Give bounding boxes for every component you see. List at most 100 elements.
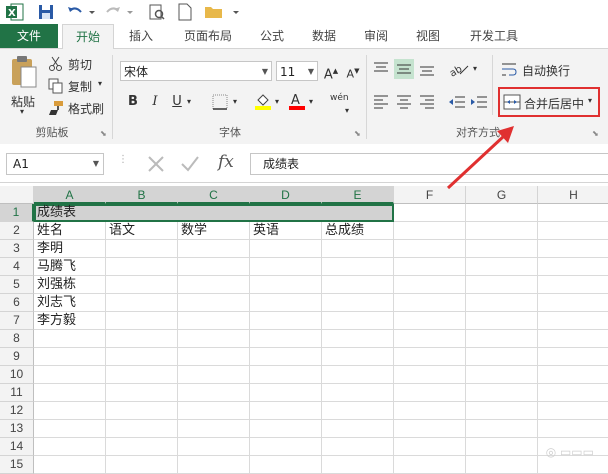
cell-c14[interactable] bbox=[178, 438, 250, 456]
cell-f10[interactable] bbox=[394, 366, 466, 384]
increase-font-icon[interactable]: A▲ bbox=[322, 61, 340, 82]
cell-e14[interactable] bbox=[322, 438, 394, 456]
cell-a11[interactable] bbox=[34, 384, 106, 402]
cell-g13[interactable] bbox=[466, 420, 538, 438]
cell-g15[interactable] bbox=[466, 456, 538, 474]
cell-a3[interactable]: 李明 bbox=[34, 240, 106, 258]
cell-g14[interactable] bbox=[466, 438, 538, 456]
cell-g10[interactable] bbox=[466, 366, 538, 384]
enter-icon[interactable] bbox=[180, 154, 200, 174]
customize-qat-icon[interactable] bbox=[232, 3, 240, 21]
merge-center-dropdown-icon[interactable]: ▾ bbox=[588, 96, 592, 105]
cell-c12[interactable] bbox=[178, 402, 250, 420]
cell-b4[interactable] bbox=[106, 258, 178, 276]
column-header[interactable]: E bbox=[322, 186, 394, 204]
cell-h7[interactable] bbox=[538, 312, 608, 330]
cell-g3[interactable] bbox=[466, 240, 538, 258]
cell-c2[interactable]: 数学 bbox=[178, 222, 250, 240]
cell-d14[interactable] bbox=[250, 438, 322, 456]
tab-developer[interactable]: 开发工具 bbox=[462, 24, 526, 48]
cell-g7[interactable] bbox=[466, 312, 538, 330]
name-box[interactable]: A1 ▼ bbox=[6, 153, 104, 175]
cell-b9[interactable] bbox=[106, 348, 178, 366]
cell-g5[interactable] bbox=[466, 276, 538, 294]
tab-view[interactable]: 视图 bbox=[408, 24, 448, 48]
cell-d15[interactable] bbox=[250, 456, 322, 474]
cell-h1[interactable] bbox=[538, 204, 608, 222]
cell-g2[interactable] bbox=[466, 222, 538, 240]
cell-e9[interactable] bbox=[322, 348, 394, 366]
alignment-launcher-icon[interactable]: ⬊ bbox=[592, 129, 599, 138]
row-header[interactable]: 4 bbox=[0, 258, 34, 276]
cell-d7[interactable] bbox=[250, 312, 322, 330]
column-header[interactable]: H bbox=[538, 186, 608, 204]
tab-review[interactable]: 审阅 bbox=[356, 24, 396, 48]
row-header[interactable]: 10 bbox=[0, 366, 34, 384]
cell-g8[interactable] bbox=[466, 330, 538, 348]
cell-e6[interactable] bbox=[322, 294, 394, 312]
cell-f4[interactable] bbox=[394, 258, 466, 276]
cell-b7[interactable] bbox=[106, 312, 178, 330]
save-icon[interactable] bbox=[38, 3, 54, 21]
cell-d9[interactable] bbox=[250, 348, 322, 366]
cell-f13[interactable] bbox=[394, 420, 466, 438]
underline-dropdown-icon[interactable]: ▾ bbox=[184, 92, 194, 112]
cell-b8[interactable] bbox=[106, 330, 178, 348]
cell-d12[interactable] bbox=[250, 402, 322, 420]
cell-c5[interactable] bbox=[178, 276, 250, 294]
row-header[interactable]: 6 bbox=[0, 294, 34, 312]
cell-e3[interactable] bbox=[322, 240, 394, 258]
cell-f2[interactable] bbox=[394, 222, 466, 240]
cell-a10[interactable] bbox=[34, 366, 106, 384]
column-header[interactable]: G bbox=[466, 186, 538, 204]
font-color-icon[interactable]: A bbox=[288, 92, 306, 110]
tab-insert[interactable]: 插入 bbox=[118, 24, 164, 48]
row-header[interactable]: 14 bbox=[0, 438, 34, 456]
border-dropdown-icon[interactable]: ▾ bbox=[230, 92, 240, 112]
cell-f12[interactable] bbox=[394, 402, 466, 420]
cell-c13[interactable] bbox=[178, 420, 250, 438]
cell-c7[interactable] bbox=[178, 312, 250, 330]
cell-f15[interactable] bbox=[394, 456, 466, 474]
cell-g12[interactable] bbox=[466, 402, 538, 420]
row-header[interactable]: 15 bbox=[0, 456, 34, 474]
cell-a2[interactable]: 姓名 bbox=[34, 222, 106, 240]
name-box-dropdown-icon[interactable]: ▼ bbox=[93, 154, 99, 174]
cell-h9[interactable] bbox=[538, 348, 608, 366]
cell-b10[interactable] bbox=[106, 366, 178, 384]
cell-b5[interactable] bbox=[106, 276, 178, 294]
cell-g11[interactable] bbox=[466, 384, 538, 402]
cell-g9[interactable] bbox=[466, 348, 538, 366]
fill-color-icon[interactable] bbox=[254, 92, 272, 110]
cell-g4[interactable] bbox=[466, 258, 538, 276]
print-preview-icon[interactable] bbox=[148, 3, 166, 21]
cell-h3[interactable] bbox=[538, 240, 608, 258]
cell-e5[interactable] bbox=[322, 276, 394, 294]
row-header[interactable]: 12 bbox=[0, 402, 34, 420]
font-name-combo[interactable]: 宋体 ▼ bbox=[120, 61, 272, 81]
cell-e2[interactable]: 总成绩 bbox=[322, 222, 394, 240]
cell-b6[interactable] bbox=[106, 294, 178, 312]
row-header[interactable]: 13 bbox=[0, 420, 34, 438]
new-document-icon[interactable] bbox=[178, 3, 192, 21]
align-right-icon[interactable] bbox=[418, 93, 436, 111]
cell-h8[interactable] bbox=[538, 330, 608, 348]
cell-e8[interactable] bbox=[322, 330, 394, 348]
tab-file[interactable]: 文件 bbox=[0, 24, 58, 48]
font-size-dropdown-icon[interactable]: ▼ bbox=[308, 62, 314, 82]
cell-a6[interactable]: 刘志飞 bbox=[34, 294, 106, 312]
cell-b15[interactable] bbox=[106, 456, 178, 474]
cell-h4[interactable] bbox=[538, 258, 608, 276]
cell-d13[interactable] bbox=[250, 420, 322, 438]
undo-icon[interactable] bbox=[66, 3, 84, 21]
cell-f3[interactable] bbox=[394, 240, 466, 258]
cut-button[interactable]: 剪切 bbox=[48, 55, 108, 73]
column-header[interactable]: F bbox=[394, 186, 466, 204]
row-header[interactable]: 1 bbox=[0, 204, 34, 222]
redo-dropdown-icon[interactable] bbox=[126, 3, 134, 21]
cell-b2[interactable]: 语文 bbox=[106, 222, 178, 240]
cell-d11[interactable] bbox=[250, 384, 322, 402]
cell-f7[interactable] bbox=[394, 312, 466, 330]
cell-e4[interactable] bbox=[322, 258, 394, 276]
cell-b13[interactable] bbox=[106, 420, 178, 438]
